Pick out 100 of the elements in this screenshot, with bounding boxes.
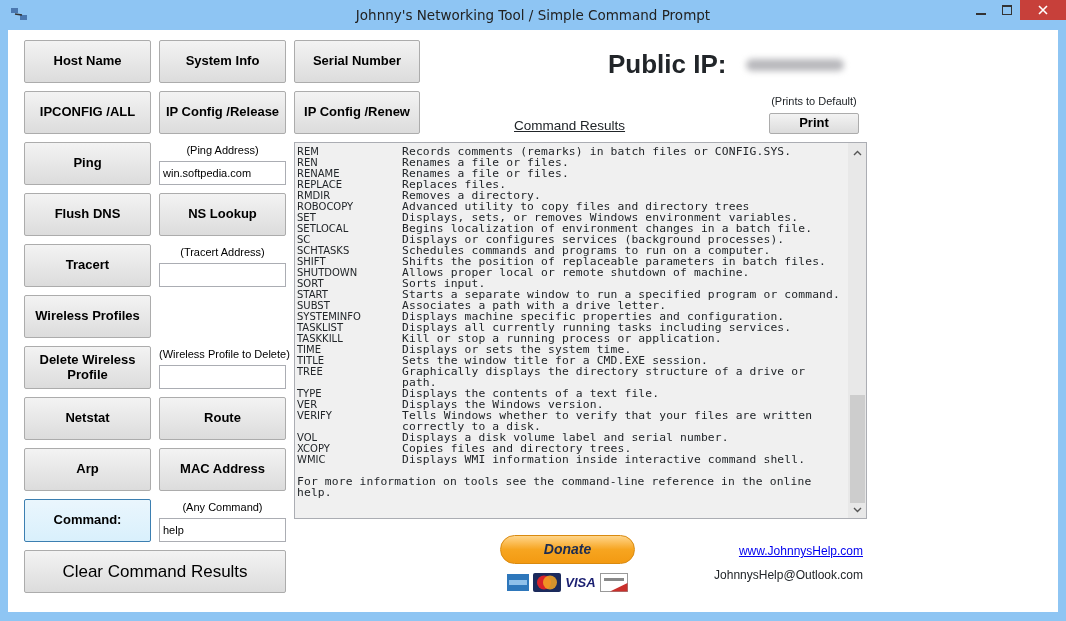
- email-address: JohnnysHelp@Outlook.com: [714, 567, 863, 584]
- command-description: Schedules commands and programs to run on a computer.: [402, 245, 771, 256]
- command-button[interactable]: Ping: [24, 142, 151, 185]
- print-note: (Prints to Default): [771, 93, 857, 109]
- command-name: WMIC: [297, 454, 327, 465]
- close-icon: [1038, 5, 1048, 15]
- scroll-down-icon[interactable]: [852, 507, 862, 513]
- command-description: Replaces files.: [402, 179, 507, 190]
- command-description: correctly to a disk.: [402, 421, 543, 432]
- command-description: Renames a file or files.: [402, 157, 569, 168]
- command-button[interactable]: Tracert: [24, 244, 151, 287]
- card-icon: [533, 573, 562, 593]
- card-icon: [599, 573, 628, 593]
- command-button[interactable]: Delete Wireless Profile: [24, 346, 151, 389]
- command-button[interactable]: MAC Address: [159, 448, 286, 491]
- card-logo: VISA: [565, 574, 596, 592]
- command-button[interactable]: IP Config /Renew: [294, 91, 420, 134]
- field-caption: (Tracert Address): [179, 245, 266, 260]
- command-name: TYPE: [297, 388, 323, 399]
- command-description: Records comments (remarks) in batch files or CONFIG.SYS.: [402, 146, 792, 157]
- command-button[interactable]: IP Config /Release: [159, 91, 286, 134]
- command-description: path.: [402, 377, 437, 388]
- command-description: Sets the window title for a CMD.EXE session.: [402, 355, 708, 366]
- command-description: Graphically displays the directory structure of a drive or: [402, 366, 806, 377]
- command-name: REM: [297, 146, 320, 157]
- command-name: SORT: [297, 278, 325, 289]
- command-button[interactable]: Route: [159, 397, 286, 440]
- command-name: SETLOCAL: [297, 223, 350, 234]
- command-description: Associates a path with a drive letter.: [402, 300, 667, 311]
- donate-button[interactable]: Donate: [500, 535, 635, 564]
- command-name: SHIFT: [297, 256, 327, 267]
- input-field[interactable]: [159, 364, 286, 389]
- command-button[interactable]: NS Lookup: [159, 193, 286, 236]
- scroll-up-icon[interactable]: [852, 150, 862, 156]
- command-name: VER: [297, 399, 319, 410]
- help-note: For more information on tools see the command-line reference in the online: [297, 476, 813, 487]
- command-button[interactable]: Host Name: [24, 40, 151, 83]
- command-description: Removes a directory.: [402, 190, 542, 201]
- field-caption: (Any Command): [181, 500, 264, 515]
- scrollbar-thumb[interactable]: [849, 395, 865, 503]
- command-name: TASKKILL: [297, 333, 344, 344]
- command-button[interactable]: Serial Number: [294, 40, 420, 83]
- command-name: RMDIR: [297, 190, 332, 201]
- minimize-icon: [976, 13, 986, 15]
- command-description: Displays or sets the system time.: [402, 344, 632, 355]
- command-button[interactable]: Flush DNS: [24, 193, 151, 236]
- command-name: XCOPY: [297, 443, 331, 454]
- command-description: Displays the contents of a text file.: [402, 388, 660, 399]
- command-description: Begins localization of environment changes in a batch file.: [402, 223, 813, 234]
- command-description: Displays, sets, or removes Windows environment variables.: [402, 212, 799, 223]
- command-button[interactable]: Command:: [24, 499, 151, 542]
- command-name: VOL: [297, 432, 319, 443]
- command-name: TASKLIST: [297, 322, 345, 333]
- command-description: Renames a file or files.: [402, 168, 569, 179]
- command-button[interactable]: System Info: [159, 40, 286, 83]
- window-title: Johnny's Networking Tool / Simple Command Prompt: [355, 5, 711, 25]
- command-name: SYSTEMINFO: [297, 311, 362, 322]
- command-name: TITLE: [297, 355, 326, 366]
- command-description: Sorts input.: [402, 278, 486, 289]
- command-description: Advanced utility to copy files and directory trees: [402, 201, 750, 212]
- command-description: Displays WMI information inside interactive command shell.: [402, 454, 806, 465]
- command-name: ROBOCOPY: [297, 201, 355, 212]
- command-description: Kill or stop a running process or application.: [402, 333, 722, 344]
- command-name: SHUTDOWN: [297, 267, 359, 278]
- command-name: RENAME: [297, 168, 341, 179]
- command-description: Displays a disk volume label and serial number.: [402, 432, 729, 443]
- public-ip-label: Public IP:: [608, 48, 727, 81]
- website-link[interactable]: www.JohnnysHelp.com: [738, 542, 863, 560]
- field-caption: (Ping Address): [185, 143, 260, 158]
- scrollbar[interactable]: [848, 143, 866, 518]
- input-field[interactable]: help: [159, 517, 286, 542]
- card-icon: [507, 574, 530, 592]
- help-note: help.: [297, 487, 333, 498]
- network-icon: [10, 6, 28, 22]
- command-name: SUBST: [297, 300, 331, 311]
- command-name: REN: [297, 157, 319, 168]
- command-button[interactable]: Netstat: [24, 397, 151, 440]
- maximize-icon: [1002, 5, 1012, 15]
- command-description: Tells Windows whether to verify that your files are written: [402, 410, 813, 421]
- command-name: SET: [297, 212, 317, 223]
- command-button[interactable]: Arp: [24, 448, 151, 491]
- input-field[interactable]: win.softpedia.com: [159, 160, 286, 185]
- command-description: Starts a separate window to run a specified program or command.: [402, 289, 840, 300]
- command-description: Displays all currently running tasks including services.: [402, 322, 792, 333]
- results-heading: Command Results: [514, 116, 626, 135]
- command-name: VERIFY: [297, 410, 333, 423]
- command-name: SCHTASKS: [297, 245, 351, 256]
- command-description: Displays the Windows version.: [402, 399, 604, 410]
- clear-results-button[interactable]: Clear Command Results: [24, 550, 286, 593]
- command-description: Displays or configures services (background processes).: [402, 234, 785, 245]
- command-description: Allows proper local or remote shutdown of machine.: [402, 267, 750, 278]
- command-name: SC: [297, 234, 312, 245]
- command-name: TIME: [297, 344, 322, 355]
- command-description: Displays machine specific properties and configuration.: [402, 311, 785, 322]
- input-field[interactable]: [159, 262, 286, 287]
- command-name: START: [297, 289, 329, 300]
- print-button[interactable]: Print: [769, 113, 859, 134]
- command-button[interactable]: Wireless Profiles: [24, 295, 151, 338]
- command-button[interactable]: IPCONFIG /ALL: [24, 91, 151, 134]
- command-description: Copies files and directory trees.: [402, 443, 632, 454]
